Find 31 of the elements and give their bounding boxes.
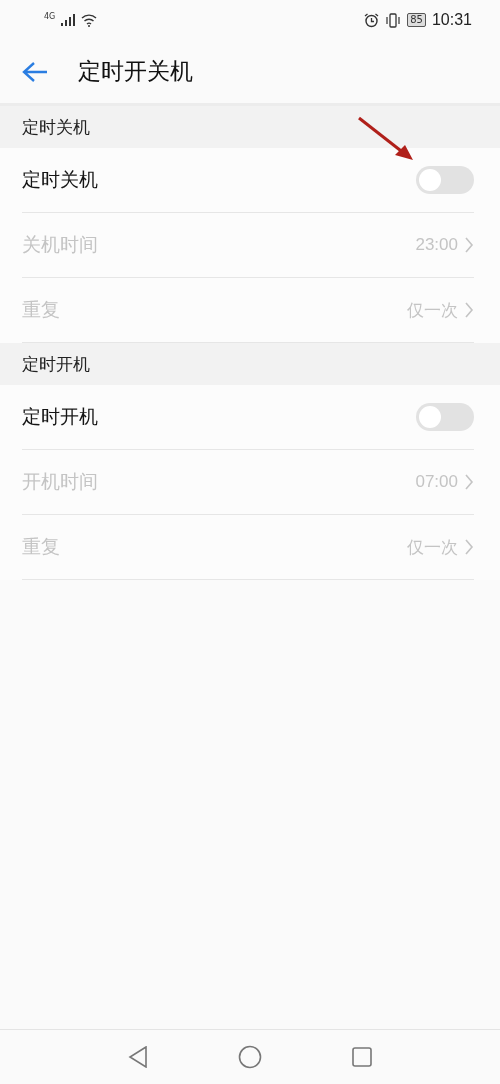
setting-value: 仅一次 <box>407 536 458 559</box>
section-header: 定时关机 <box>0 106 500 148</box>
back-nav-icon[interactable] <box>128 1046 148 1068</box>
page-title: 定时开关机 <box>78 57 193 86</box>
chevron-icon <box>464 236 474 254</box>
section-header: 定时开机 <box>0 343 500 385</box>
signal-icon <box>61 14 76 26</box>
back-arrow-icon[interactable] <box>22 60 48 83</box>
chevron-icon <box>464 538 474 556</box>
setting-label: 定时关机 <box>22 167 98 192</box>
alarm-icon <box>364 12 380 28</box>
annotation-arrow <box>357 116 415 162</box>
wifi-icon <box>81 13 98 27</box>
setting-label: 开机时间 <box>22 469 98 494</box>
vibrate-icon <box>385 12 402 28</box>
setting-value: 仅一次 <box>407 299 458 322</box>
home-nav-icon[interactable] <box>238 1045 262 1069</box>
setting-value: 23:00 <box>415 235 458 255</box>
network-type: 4G <box>44 12 56 21</box>
setting-label: 重复 <box>22 534 60 559</box>
setting-value: 07:00 <box>415 472 458 492</box>
setting-label: 重复 <box>22 297 60 322</box>
chevron-icon <box>464 473 474 491</box>
toggle-switch[interactable] <box>416 403 474 431</box>
recents-nav-icon[interactable] <box>352 1047 372 1067</box>
toggle-switch[interactable] <box>416 166 474 194</box>
setting-label: 关机时间 <box>22 232 98 257</box>
setting-label: 定时开机 <box>22 404 98 429</box>
clock-time: 10:31 <box>431 11 472 29</box>
chevron-icon <box>464 301 474 319</box>
battery-level: 85 <box>407 13 426 27</box>
